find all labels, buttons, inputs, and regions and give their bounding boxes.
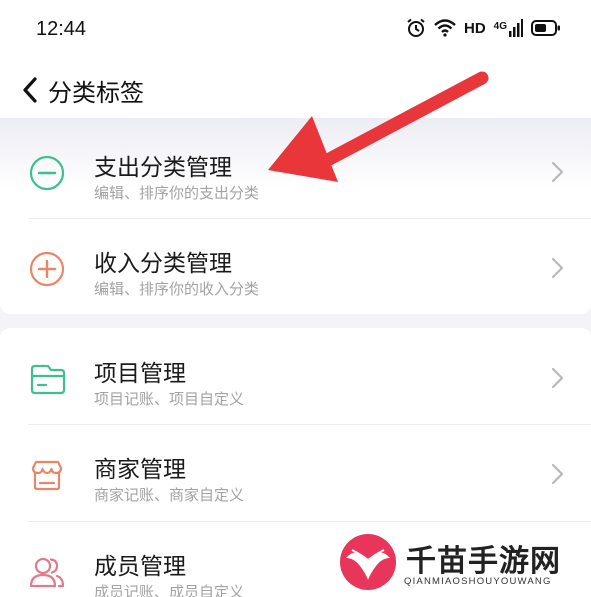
row-subtitle: 项目记账、项目自定义 (94, 390, 245, 408)
hd-label: HD (463, 19, 486, 37)
chevron-left-icon (23, 77, 37, 103)
chevron-right-icon (551, 367, 564, 389)
status-icons: HD 4G (406, 18, 561, 38)
row-title: 支出分类管理 (94, 155, 232, 181)
row-subtitle: 商家记账、商家自定义 (94, 486, 245, 504)
row-title: 收入分类管理 (94, 251, 232, 277)
row-title: 项目管理 (94, 361, 186, 387)
row-subtitle: 成员记账、成员自定义 (94, 583, 245, 597)
chevron-right-icon (551, 463, 564, 485)
status-time: 12:44 (36, 18, 87, 40)
battery-icon (531, 20, 560, 36)
cellular-signal-icon: 4G (494, 19, 523, 37)
row-subtitle: 编辑、排序你的支出分类 (94, 184, 260, 202)
folder-card-icon (30, 364, 66, 395)
minus-circle-icon (29, 155, 65, 191)
watermark-logo-icon (340, 534, 396, 590)
plus-circle-icon (29, 251, 65, 287)
income-category-row[interactable]: 收入分类管理 编辑、排序你的收入分类 (0, 218, 591, 315)
wifi-icon (434, 19, 456, 37)
watermark-name: 千苗手游网 (406, 544, 561, 579)
store-icon (31, 460, 63, 491)
watermark-url: QIANMIAOSHOUYOUWANG (404, 576, 552, 587)
nav-bar: 分类标签 (0, 62, 591, 118)
row-title: 商家管理 (94, 457, 186, 483)
alarm-icon (407, 18, 425, 37)
row-subtitle: 编辑、排序你的收入分类 (94, 280, 260, 298)
chevron-right-icon (551, 257, 564, 279)
project-management-row[interactable]: 项目管理 项目记账、项目自定义 (0, 328, 591, 425)
row-title: 成员管理 (94, 554, 186, 580)
status-bar: 12:44 HD 4G (0, 0, 591, 62)
merchant-management-row[interactable]: 商家管理 商家记账、商家自定义 (0, 424, 591, 521)
page-title: 分类标签 (48, 79, 144, 107)
back-button[interactable] (14, 70, 46, 110)
watermark: 千苗手游网 QIANMIAOSHOUYOUWANG (338, 532, 588, 594)
expense-category-row[interactable]: 支出分类管理 编辑、排序你的支出分类 (0, 122, 591, 219)
signal-label: 4G (493, 21, 507, 32)
chevron-right-icon (551, 161, 564, 183)
category-section: 支出分类管理 编辑、排序你的支出分类 收入分类管理 编辑、排序你的收入分类 (0, 118, 591, 314)
members-icon (29, 557, 65, 588)
